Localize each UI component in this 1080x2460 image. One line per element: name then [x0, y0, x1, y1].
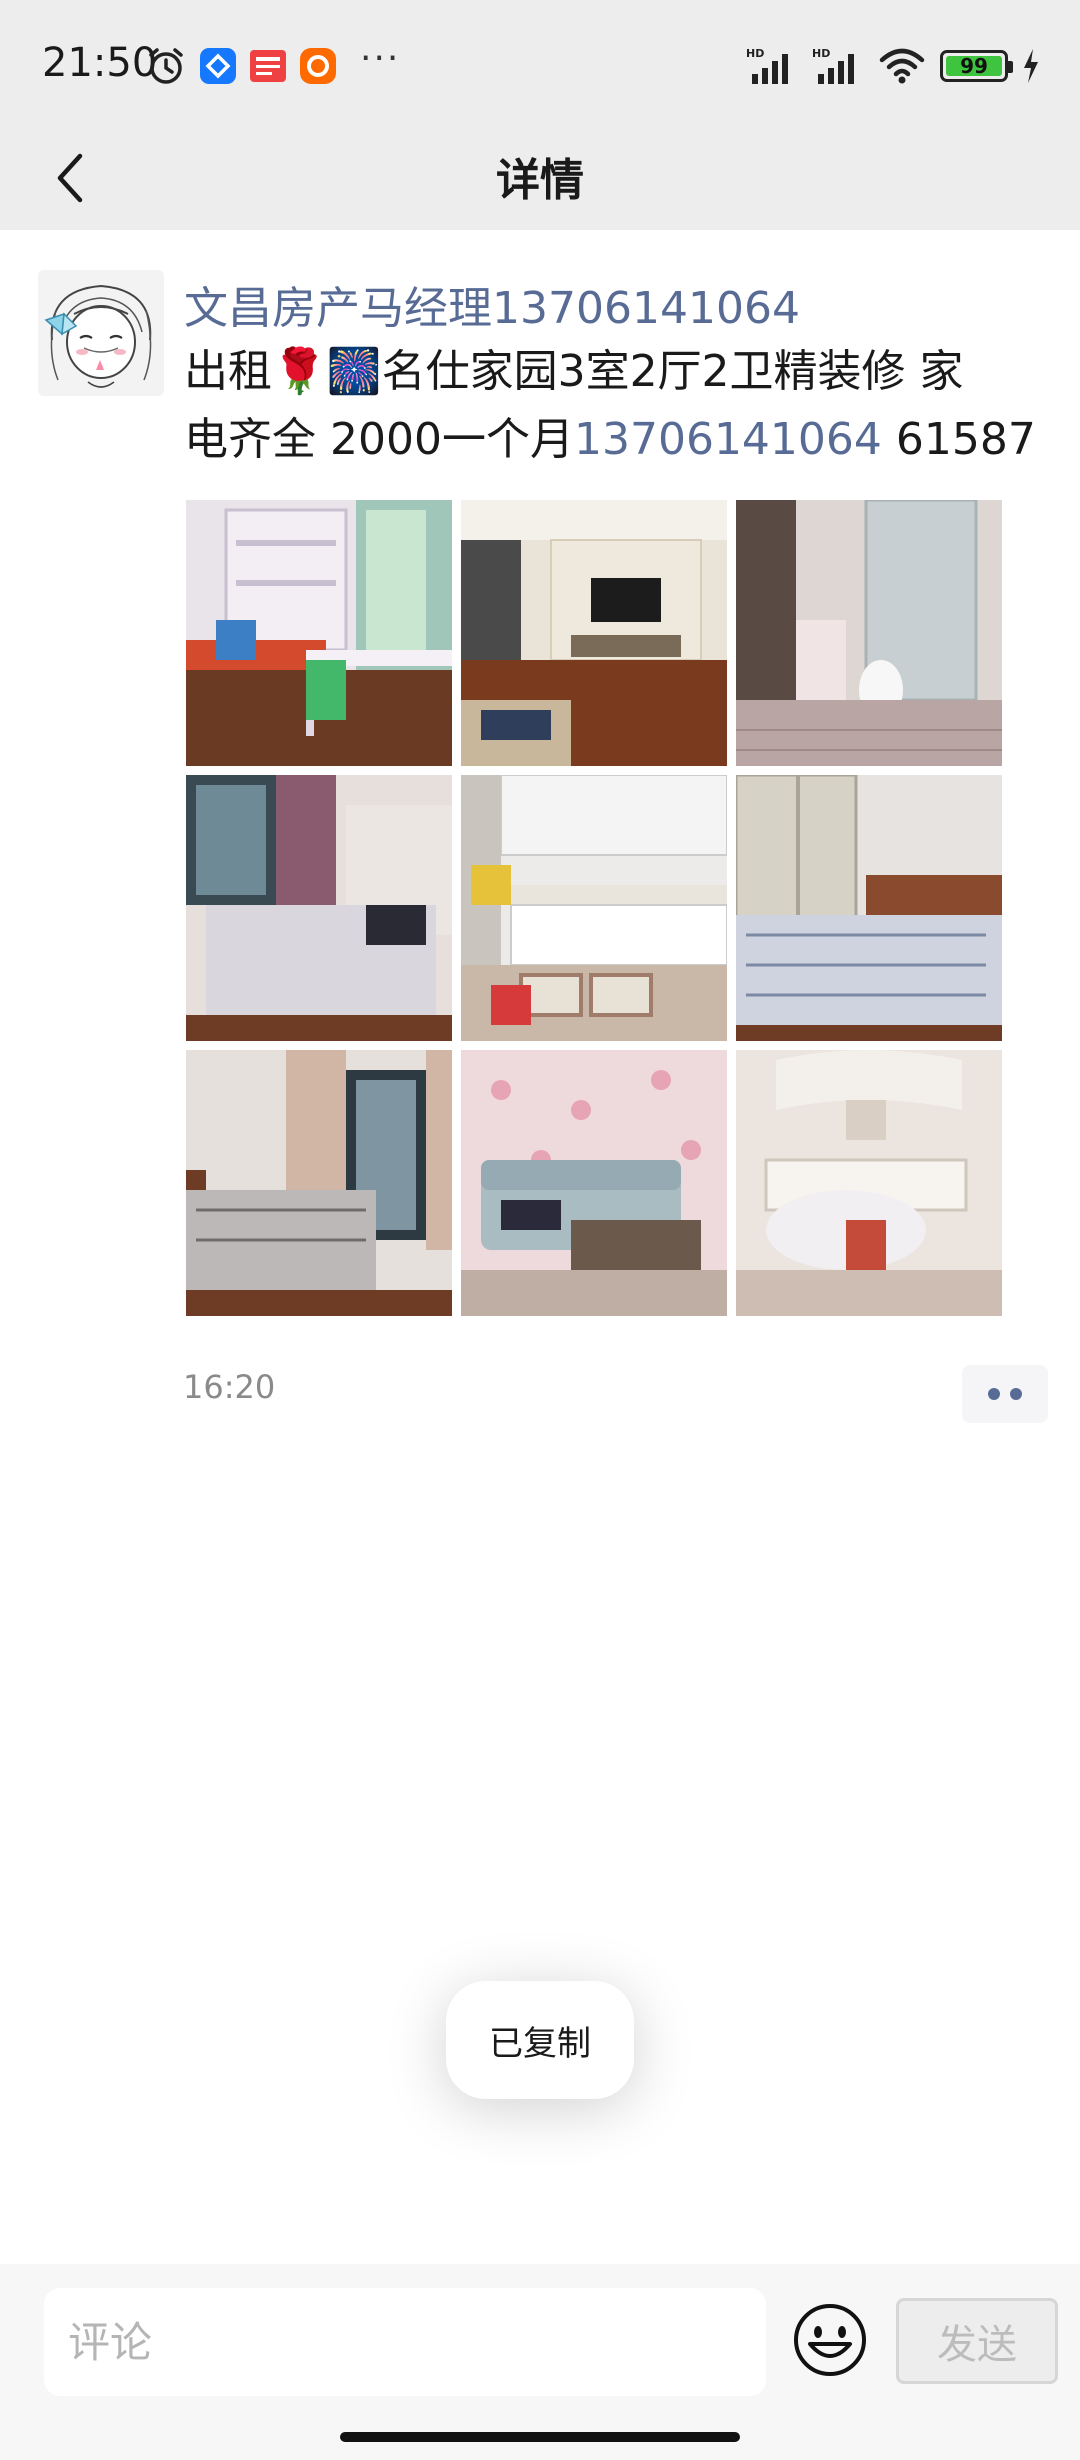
status-time: 21:50 [42, 40, 158, 86]
nav-bar: 详情 [0, 132, 1080, 230]
home-indicator[interactable] [340, 2432, 740, 2442]
emoji-button[interactable] [792, 2302, 868, 2378]
chevron-left-icon [57, 153, 83, 203]
more-dot [1010, 1388, 1022, 1400]
battery-icon: 99 [940, 50, 1013, 82]
charging-icon [1024, 49, 1038, 83]
signal-hd-icon: HD [812, 47, 854, 84]
photo-living-room-tv[interactable] [461, 500, 727, 766]
photo-bedroom-3[interactable] [186, 1050, 452, 1316]
comment-bar: 发送 [0, 2264, 1080, 2460]
battery-level: 99 [946, 54, 1002, 78]
more-options-button[interactable] [962, 1365, 1048, 1423]
copied-toast: 已复制 [446, 1981, 634, 2099]
post-text-line1: 出租🌹🎆名仕家园3室2厅2卫精装修 家 [184, 346, 964, 397]
send-button[interactable]: 发送 [896, 2298, 1058, 2384]
photo-grid [186, 500, 1004, 1316]
photo-bedroom-2[interactable] [736, 775, 1002, 1041]
svg-text:HD: HD [746, 47, 764, 60]
photo-living-room-sofa[interactable] [461, 1050, 727, 1316]
toutiao-icon [250, 50, 286, 82]
status-bar: 21:50 ··· HD HD 99 [0, 0, 1080, 132]
post-text: 出租🌹🎆名仕家园3室2厅2卫精装修 家 电齐全 2000一个月137061410… [184, 338, 1064, 474]
signal-hd-icon: HD [746, 47, 788, 84]
post-text-line2: 电齐全 2000一个月13706141064 61587 [184, 406, 1064, 474]
wifi-icon [879, 48, 925, 84]
app-icon-blue [200, 48, 236, 84]
svg-text:HD: HD [812, 47, 830, 60]
post-time: 16:20 [183, 1368, 276, 1406]
post-text-line2-suffix: 61587 [881, 414, 1036, 465]
avatar-illustration [38, 270, 164, 396]
photo-kitchen[interactable] [461, 775, 727, 1041]
alarm-icon [149, 48, 183, 84]
photo-bedroom-1[interactable] [186, 775, 452, 1041]
back-button[interactable] [30, 138, 110, 218]
comment-input[interactable] [44, 2288, 766, 2396]
more-notifications-icon: ··· [360, 38, 401, 79]
photo-study-room[interactable] [186, 500, 452, 766]
author-name[interactable]: 文昌房产马经理13706141064 [184, 272, 800, 336]
phone-number-link[interactable]: 13706141064 [574, 414, 882, 465]
more-dot [988, 1388, 1000, 1400]
taobao-icon [300, 48, 336, 84]
post-text-line2-prefix: 电齐全 2000一个月 [184, 414, 574, 465]
photo-dining-room[interactable] [736, 1050, 1002, 1316]
photo-bathroom[interactable] [736, 500, 1002, 766]
status-right-group: HD HD 99 [746, 44, 1040, 88]
smiley-icon [794, 2304, 866, 2376]
page-title: 详情 [496, 155, 584, 206]
avatar[interactable] [38, 270, 164, 396]
